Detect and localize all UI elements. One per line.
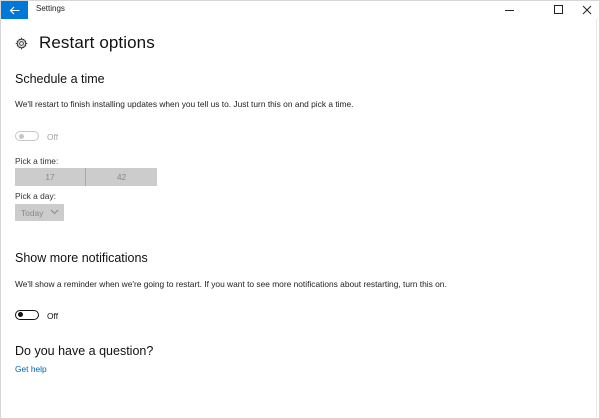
pick-time-label: Pick a time: <box>15 156 59 166</box>
toggle-knob <box>18 312 24 318</box>
back-button[interactable] <box>1 1 28 19</box>
title-bar: Settings <box>1 1 599 19</box>
back-arrow-icon <box>9 6 20 14</box>
maximize-icon <box>554 5 563 14</box>
close-icon <box>582 5 592 15</box>
hour-field[interactable]: 17 <box>15 168 85 186</box>
day-dropdown[interactable]: Today <box>15 204 64 221</box>
get-help-link[interactable]: Get help <box>15 364 47 374</box>
pick-day-label: Pick a day: <box>15 191 56 201</box>
maximize-button[interactable] <box>544 1 574 19</box>
schedule-description: We'll restart to finish installing updat… <box>15 99 354 109</box>
minimize-icon <box>505 10 514 11</box>
day-value: Today <box>21 207 44 218</box>
chevron-down-icon <box>50 209 59 215</box>
minute-field[interactable]: 42 <box>86 168 157 186</box>
notifications-description: We'll show a reminder when we're going t… <box>15 279 447 289</box>
page-header: Restart options <box>15 33 155 53</box>
time-picker[interactable]: 17 42 <box>15 168 157 186</box>
gear-icon <box>15 36 28 50</box>
notifications-heading: Show more notifications <box>15 251 148 265</box>
minimize-button[interactable] <box>495 1 525 19</box>
schedule-toggle-state: Off <box>47 132 59 142</box>
notifications-toggle-state: Off <box>47 311 59 321</box>
toggle-knob <box>18 133 24 139</box>
question-heading: Do you have a question? <box>15 344 154 358</box>
schedule-toggle[interactable] <box>15 131 39 141</box>
notifications-toggle[interactable] <box>15 310 39 320</box>
window-edge <box>596 19 597 417</box>
window-title: Settings <box>36 4 65 13</box>
page-title: Restart options <box>39 33 155 52</box>
schedule-heading: Schedule a time <box>15 72 105 86</box>
close-button[interactable] <box>572 1 600 19</box>
